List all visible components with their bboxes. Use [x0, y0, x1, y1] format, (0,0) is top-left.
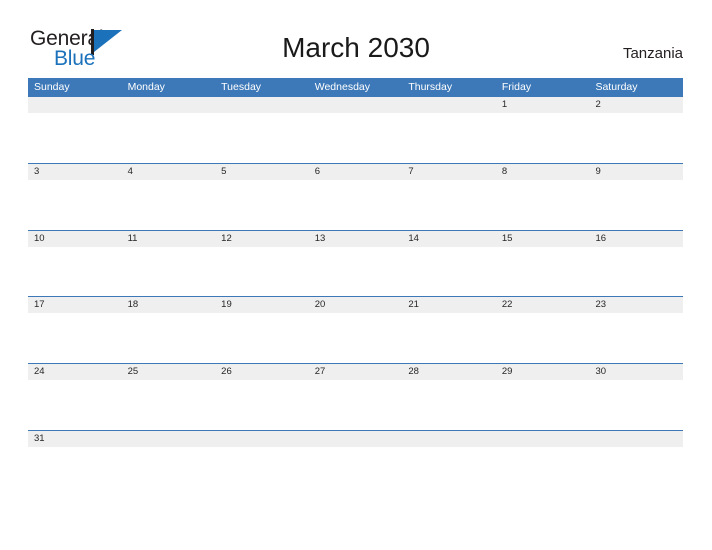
- day-cell[interactable]: 16: [589, 231, 683, 247]
- week-notes-area[interactable]: [28, 446, 683, 497]
- calendar-week-row: 3 4 5 6 7 8 9: [28, 162, 683, 230]
- weekday-header-thursday: Thursday: [408, 81, 453, 93]
- week-day-numbers: 17 18 19 20 21 22 23: [28, 297, 683, 314]
- week-day-numbers: 24 25 26 27 28 29 30: [28, 364, 683, 381]
- calendar-week-row: 10 11 12 13 14 15 16: [28, 229, 683, 297]
- week-notes-area[interactable]: [28, 113, 683, 163]
- day-cell[interactable]: 26: [215, 364, 309, 380]
- weekday-header-saturday: Saturday: [595, 81, 638, 93]
- day-cell[interactable]: 23: [589, 297, 683, 313]
- day-cell[interactable]: 15: [496, 231, 590, 247]
- weekday-header-friday: Friday: [501, 81, 532, 93]
- week-day-numbers: 31: [28, 430, 683, 447]
- day-cell[interactable]: [309, 431, 403, 447]
- calendar-week-row: 31: [28, 429, 683, 497]
- day-cell[interactable]: 4: [122, 164, 216, 180]
- weekday-header-wednesday: Wednesday: [314, 81, 370, 93]
- day-cell[interactable]: 5: [215, 164, 309, 180]
- day-cell[interactable]: 8: [496, 164, 590, 180]
- day-cell[interactable]: [402, 97, 496, 113]
- day-cell[interactable]: [215, 97, 309, 113]
- day-cell[interactable]: 29: [496, 364, 590, 380]
- calendar-week-row: 1 2: [28, 96, 683, 163]
- day-cell[interactable]: 28: [402, 364, 496, 380]
- weekday-header-sunday: Sunday: [34, 81, 70, 93]
- day-cell[interactable]: 18: [122, 297, 216, 313]
- week-notes-area[interactable]: [28, 313, 683, 364]
- week-day-numbers: 3 4 5 6 7 8 9: [28, 163, 683, 180]
- page-title: March 2030: [282, 32, 430, 63]
- day-cell[interactable]: 11: [122, 231, 216, 247]
- day-cell[interactable]: 21: [402, 297, 496, 313]
- day-cell[interactable]: 31: [28, 431, 122, 447]
- week-day-numbers: 1 2: [28, 97, 683, 113]
- day-cell[interactable]: 20: [309, 297, 403, 313]
- weekday-header-tuesday: Tuesday: [221, 81, 262, 93]
- day-cell[interactable]: 14: [402, 231, 496, 247]
- day-cell[interactable]: [215, 431, 309, 447]
- page-header: General Blue March 2030 Tanzania: [0, 0, 712, 78]
- weekday-header-row: Sunday Monday Tuesday Wednesday Thursday…: [28, 78, 683, 96]
- weekday-header-monday: Monday: [127, 81, 165, 93]
- day-cell[interactable]: [402, 431, 496, 447]
- calendar-grid: Sunday Monday Tuesday Wednesday Thursday…: [28, 78, 683, 497]
- day-cell[interactable]: [122, 431, 216, 447]
- day-cell[interactable]: 9: [589, 164, 683, 180]
- day-cell[interactable]: 27: [309, 364, 403, 380]
- day-cell[interactable]: 2: [589, 97, 683, 113]
- week-notes-area[interactable]: [28, 380, 683, 431]
- day-cell[interactable]: 3: [28, 164, 122, 180]
- day-cell[interactable]: 19: [215, 297, 309, 313]
- day-cell[interactable]: 22: [496, 297, 590, 313]
- day-cell[interactable]: 6: [309, 164, 403, 180]
- day-cell[interactable]: [28, 97, 122, 113]
- day-cell[interactable]: 1: [496, 97, 590, 113]
- day-cell[interactable]: [309, 97, 403, 113]
- week-notes-area[interactable]: [28, 246, 683, 297]
- calendar-week-row: 24 25 26 27 28 29 30: [28, 363, 683, 431]
- day-cell[interactable]: 12: [215, 231, 309, 247]
- day-cell[interactable]: 13: [309, 231, 403, 247]
- day-cell[interactable]: 30: [589, 364, 683, 380]
- calendar-week-row: 17 18 19 20 21 22 23: [28, 296, 683, 364]
- day-cell[interactable]: [589, 431, 683, 447]
- country-label: Tanzania: [622, 45, 683, 62]
- day-cell[interactable]: 7: [402, 164, 496, 180]
- day-cell[interactable]: 24: [28, 364, 122, 380]
- day-cell[interactable]: 17: [28, 297, 122, 313]
- day-cell[interactable]: [122, 97, 216, 113]
- day-cell[interactable]: [496, 431, 590, 447]
- day-cell[interactable]: 10: [28, 231, 122, 247]
- week-notes-area[interactable]: [28, 179, 683, 230]
- day-cell[interactable]: 25: [122, 364, 216, 380]
- week-day-numbers: 10 11 12 13 14 15 16: [28, 230, 683, 247]
